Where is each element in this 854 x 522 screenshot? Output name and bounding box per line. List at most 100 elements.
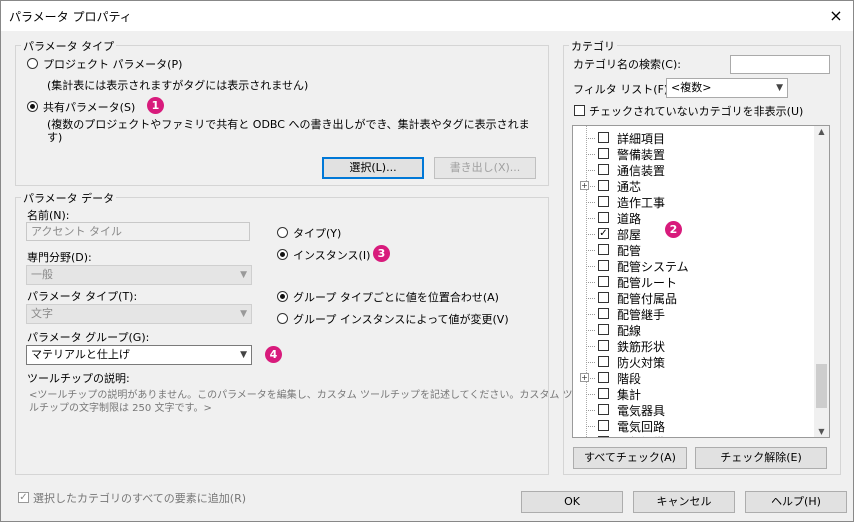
type-radio-label[interactable]: タイプ(Y) bbox=[293, 225, 341, 241]
category-checkbox[interactable] bbox=[598, 196, 609, 207]
category-tree-list[interactable]: 詳細項目 警備装置通信装置 + 通芯造作工事 道路 ✓ 部屋 配管 配管システム 配管ルート 配管付… bbox=[572, 125, 830, 438]
category-checkbox[interactable] bbox=[598, 388, 609, 399]
parameter-group-value: マテリアルと仕上げ bbox=[31, 348, 130, 361]
category-tree-item[interactable]: 電気器具 bbox=[573, 402, 813, 418]
category-tree-item[interactable]: 道路 bbox=[573, 210, 813, 226]
category-tree-item[interactable]: 通信装置 bbox=[573, 162, 813, 178]
category-label: 造作工事 bbox=[617, 196, 666, 210]
category-label: 部屋 bbox=[617, 228, 642, 242]
category-tree-item[interactable]: 防火対策 bbox=[573, 354, 813, 370]
category-tree-item[interactable]: + 通芯 bbox=[573, 178, 813, 194]
instance-radio-label[interactable]: インスタンス(I) bbox=[293, 247, 370, 263]
category-label: 通信装置 bbox=[617, 164, 666, 178]
category-tree-item[interactable]: 警備装置 bbox=[573, 146, 813, 162]
uncheck-all-button[interactable]: チェック解除(E) bbox=[695, 447, 827, 469]
category-tree-item[interactable]: 配管付属品 bbox=[573, 290, 813, 306]
tree-connector bbox=[586, 250, 595, 251]
hide-unchecked-label[interactable]: チェックされていないカテゴリを非表示(U) bbox=[589, 103, 803, 119]
category-label: 通芯 bbox=[617, 180, 642, 194]
group-vary-radio[interactable] bbox=[277, 313, 288, 324]
category-label: 集計 bbox=[617, 388, 642, 402]
project-parameter-label[interactable]: プロジェクト パラメータ(P) bbox=[43, 56, 182, 72]
category-checkbox[interactable] bbox=[598, 180, 609, 191]
category-checkbox[interactable] bbox=[598, 324, 609, 335]
group-align-radio[interactable] bbox=[277, 291, 288, 302]
category-tree-item[interactable]: 配管継手 bbox=[573, 306, 813, 322]
group-vary-label[interactable]: グループ インスタンスによって値が変更(V) bbox=[293, 311, 509, 327]
scroll-thumb[interactable] bbox=[816, 364, 827, 408]
category-checkbox[interactable] bbox=[598, 292, 609, 303]
title-bar: パラメータ プロパティ × bbox=[1, 1, 853, 31]
expand-plus-icon[interactable]: + bbox=[580, 181, 589, 190]
tree-connector bbox=[586, 202, 595, 203]
shared-parameter-note-line1: (複数のプロジェクトやファミリで共有と ODBC への書き出しができ、集計表やタ… bbox=[47, 118, 530, 131]
hide-unchecked-checkbox[interactable] bbox=[574, 105, 585, 116]
parameter-group-dropdown[interactable]: マテリアルと仕上げ ▼ bbox=[26, 345, 252, 365]
category-checkbox[interactable] bbox=[598, 308, 609, 319]
category-checkbox[interactable] bbox=[598, 356, 609, 367]
category-checkbox[interactable] bbox=[598, 148, 609, 159]
shared-parameter-radio[interactable] bbox=[27, 101, 38, 112]
select-button[interactable]: 選択(L)... bbox=[322, 157, 424, 179]
category-checkbox[interactable] bbox=[598, 164, 609, 175]
type-radio[interactable] bbox=[277, 227, 288, 238]
category-tree-item[interactable]: 詳細項目 bbox=[573, 130, 813, 146]
tree-connector bbox=[586, 282, 595, 283]
category-label: 配線 bbox=[617, 324, 642, 338]
project-parameter-note: (集計表には表示されますがタグには表示されません) bbox=[47, 79, 309, 92]
category-tree-item[interactable]: 配管システム bbox=[573, 258, 813, 274]
category-tree-item[interactable]: 配線 bbox=[573, 322, 813, 338]
tree-connector bbox=[586, 298, 595, 299]
close-icon[interactable]: × bbox=[825, 5, 847, 27]
instance-radio[interactable] bbox=[277, 249, 288, 260]
category-checkbox[interactable] bbox=[598, 420, 609, 431]
category-label: 配管継手 bbox=[617, 308, 666, 322]
category-tree-item[interactable]: 配管ルート bbox=[573, 274, 813, 290]
expand-plus-icon[interactable]: + bbox=[580, 373, 589, 382]
category-checkbox[interactable]: ✓ bbox=[598, 228, 609, 239]
category-checkbox[interactable] bbox=[598, 340, 609, 351]
filter-list-dropdown[interactable]: <複数> ▼ bbox=[666, 78, 788, 98]
category-list-scrollbar[interactable]: ▲ ▼ bbox=[814, 126, 829, 437]
filter-list-label: フィルタ リスト(F): bbox=[573, 83, 672, 96]
parameter-type-value: 文字 bbox=[31, 307, 53, 320]
help-button[interactable]: ヘルプ(H) bbox=[745, 491, 847, 513]
parameter-type-legend: パラメータ タイプ bbox=[21, 38, 117, 54]
tooltip-text-line2[interactable]: ルチップの文字制限は 250 文字です。> bbox=[29, 399, 212, 414]
category-checkbox[interactable] bbox=[598, 260, 609, 271]
category-tree-item[interactable]: 鉄筋形状 bbox=[573, 338, 813, 354]
scroll-down-icon[interactable]: ▼ bbox=[814, 427, 829, 436]
category-tree-item[interactable]: 配管 bbox=[573, 242, 813, 258]
scroll-up-icon[interactable]: ▲ bbox=[814, 127, 829, 136]
category-checkbox[interactable] bbox=[598, 132, 609, 143]
category-tree-item[interactable]: 集計 bbox=[573, 386, 813, 402]
category-checkbox[interactable] bbox=[598, 436, 609, 437]
shared-parameter-label[interactable]: 共有パラメータ(S) bbox=[43, 99, 135, 115]
tree-connector bbox=[586, 314, 595, 315]
tree-connector bbox=[586, 154, 595, 155]
project-parameter-radio[interactable] bbox=[27, 58, 38, 69]
category-tree-item[interactable]: 電気設備 bbox=[573, 434, 813, 437]
category-label: 階段 bbox=[617, 372, 642, 386]
category-tree-item[interactable]: 電気回路 bbox=[573, 418, 813, 434]
ok-button[interactable]: OK bbox=[521, 491, 623, 513]
category-label: 詳細項目 bbox=[617, 132, 666, 146]
group-align-label[interactable]: グループ タイプごとに値を位置合わせ(A) bbox=[293, 289, 499, 305]
category-tree-item[interactable]: 造作工事 bbox=[573, 194, 813, 210]
category-tree-item[interactable]: ✓ 部屋 bbox=[573, 226, 813, 242]
name-field[interactable]: アクセント タイル bbox=[26, 222, 250, 241]
discipline-value: 一般 bbox=[31, 268, 53, 281]
category-checkbox[interactable] bbox=[598, 244, 609, 255]
category-checkbox[interactable] bbox=[598, 276, 609, 287]
add-to-all-elements-label: 選択したカテゴリのすべての要素に追加(R) bbox=[33, 492, 247, 505]
category-checkbox[interactable] bbox=[598, 212, 609, 223]
category-search-input[interactable] bbox=[730, 55, 830, 74]
check-all-button[interactable]: すべてチェック(A) bbox=[573, 447, 687, 469]
category-checkbox[interactable] bbox=[598, 372, 609, 383]
category-tree-item[interactable]: + 階段 bbox=[573, 370, 813, 386]
category-label: 電気器具 bbox=[617, 404, 666, 418]
cancel-button[interactable]: キャンセル bbox=[633, 491, 735, 513]
category-checkbox[interactable] bbox=[598, 404, 609, 415]
parameter-group-label: パラメータ グループ(G): bbox=[27, 331, 150, 344]
callout-badge-4: 4 bbox=[265, 346, 282, 363]
